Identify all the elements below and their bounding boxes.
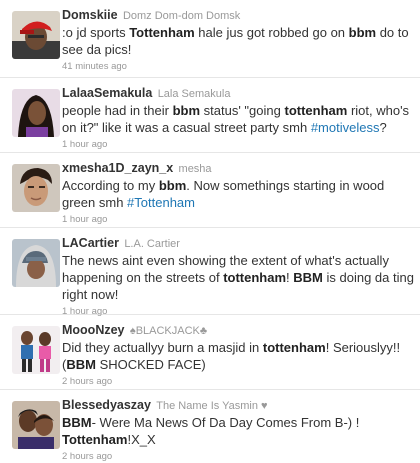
- search-term-highlight: Tottenham: [129, 25, 195, 40]
- tweet-text-segment: ?: [379, 120, 387, 135]
- tweet-item: LalaaSemakula Lala Semakula people had i…: [0, 78, 420, 153]
- tweet-timestamp[interactable]: 41 minutes ago: [62, 60, 414, 74]
- tweet-text-segment: Did they actuallyy burn a masjid in: [62, 340, 263, 355]
- search-term-highlight: tottenham: [262, 340, 326, 355]
- search-term-highlight: Tottenham: [62, 432, 128, 447]
- tweet-item: xmesha1D_zayn_x mesha According to my bb…: [0, 153, 420, 228]
- search-term-highlight: BBM: [293, 270, 323, 285]
- tweet-item: LACartier L.A. Cartier The news aint eve…: [0, 228, 420, 317]
- tweet-text-segment: !X_X: [127, 432, 156, 447]
- tweet-text-segment: SHOCKED FACE): [95, 357, 206, 372]
- tweet-text: According to my bbm. Now somethings star…: [62, 177, 414, 211]
- avatar-girl-purple-icon: [12, 89, 60, 137]
- tweet-item: Domskiie Domz Dom-dom Domsk :o jd sports…: [0, 0, 420, 78]
- search-term-highlight: bbm: [172, 103, 201, 118]
- avatar[interactable]: [12, 89, 60, 137]
- tweet-timestamp[interactable]: 1 hour ago: [62, 138, 414, 152]
- search-term-highlight: bbm: [158, 178, 187, 193]
- avatar-couple-icon: [12, 401, 60, 449]
- search-term-highlight: bbm: [348, 25, 377, 40]
- search-term-highlight: BBM: [66, 357, 96, 372]
- tweet-text-segment: people had in their: [62, 103, 173, 118]
- avatar[interactable]: [12, 239, 60, 287]
- tweet-text: The news aint even showing the extent of…: [62, 252, 414, 303]
- search-results-feed: Domskiie Domz Dom-dom Domsk :o jd sports…: [0, 0, 420, 463]
- avatar-boy-icon: [12, 164, 60, 212]
- avatar[interactable]: [12, 401, 60, 449]
- tweet-username[interactable]: LalaaSemakula: [62, 86, 152, 100]
- avatar-two-girls-icon: [12, 326, 60, 374]
- tweet-text-segment: hale jus got robbed go on: [194, 25, 349, 40]
- tweet-fullname: ♠BLACKJACK♣: [129, 325, 208, 337]
- tweet-fullname: The Name Is Yasmin ♥: [156, 400, 268, 412]
- tweet-fullname: mesha: [178, 163, 212, 175]
- avatar-red-cap-icon: [12, 11, 60, 59]
- tweet-text: :o jd sports Tottenham hale jus got robb…: [62, 24, 414, 58]
- avatar[interactable]: [12, 326, 60, 374]
- tweet-text-segment: status' "going: [200, 103, 285, 118]
- tweet-timestamp[interactable]: 2 hours ago: [62, 375, 414, 389]
- search-term-highlight: BBM: [62, 415, 92, 430]
- tweet-fullname: Domz Dom-dom Domsk: [122, 10, 241, 22]
- tweet-text-segment: :o jd sports: [62, 25, 130, 40]
- tweet-username[interactable]: Domskiie: [62, 8, 118, 22]
- hashtag-link[interactable]: #Tottenham: [127, 195, 195, 210]
- tweet-text: people had in their bbm status' "going t…: [62, 102, 414, 136]
- avatar[interactable]: [12, 164, 60, 212]
- avatar-hood-icon: [12, 239, 60, 287]
- tweet-text-segment: According to my: [62, 178, 159, 193]
- search-term-highlight: tottenham: [223, 270, 287, 285]
- tweet-timestamp[interactable]: 1 hour ago: [62, 213, 414, 227]
- tweet-item: Blessedyaszay The Name Is Yasmin ♥ BBM- …: [0, 390, 420, 463]
- tweet-fullname: Lala Semakula: [157, 88, 231, 100]
- tweet-username[interactable]: MoooNzey: [62, 323, 125, 337]
- tweet-fullname: L.A. Cartier: [124, 238, 180, 250]
- tweet-text: Did they actuallyy burn a masjid in tott…: [62, 339, 414, 373]
- tweet-text-segment: - Were Ma News Of Da Day Comes From B-) …: [91, 415, 360, 430]
- tweet-timestamp[interactable]: 2 hours ago: [62, 450, 414, 463]
- avatar[interactable]: [12, 11, 60, 59]
- search-term-highlight: tottenham: [284, 103, 348, 118]
- tweet-text: BBM- Were Ma News Of Da Day Comes From B…: [62, 414, 414, 448]
- tweet-username[interactable]: xmesha1D_zayn_x: [62, 161, 173, 175]
- tweet-item: MoooNzey ♠BLACKJACK♣ Did they actuallyy …: [0, 315, 420, 390]
- hashtag-link[interactable]: #motiveless: [311, 120, 380, 135]
- tweet-username[interactable]: LACartier: [62, 236, 119, 250]
- tweet-username[interactable]: Blessedyaszay: [62, 398, 151, 412]
